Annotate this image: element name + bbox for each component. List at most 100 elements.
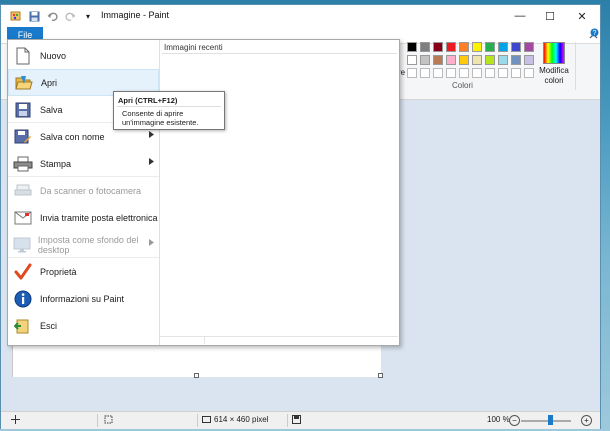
empty-color-swatch[interactable] bbox=[459, 68, 469, 78]
zoom-slider-thumb[interactable] bbox=[548, 415, 553, 425]
zoom-in-button[interactable]: + bbox=[581, 415, 592, 426]
desktop-background-icon bbox=[12, 234, 32, 256]
color-swatch[interactable] bbox=[485, 42, 495, 52]
help-icon[interactable]: ? bbox=[590, 28, 599, 39]
exit-icon bbox=[12, 315, 34, 337]
tooltip-title: Apri (CTRL+F12) bbox=[118, 96, 178, 105]
zoom-level: 100 % bbox=[487, 415, 510, 424]
color-swatch[interactable] bbox=[459, 42, 469, 52]
empty-color-swatch[interactable] bbox=[420, 68, 430, 78]
color-swatch[interactable] bbox=[407, 42, 417, 52]
color-swatch[interactable] bbox=[511, 42, 521, 52]
recent-divider bbox=[162, 53, 397, 54]
status-bar: 614 × 460 pixel 100 % − + bbox=[1, 411, 600, 429]
file-menu-item[interactable]: Esci bbox=[8, 312, 159, 339]
color-spectrum-icon bbox=[543, 42, 565, 64]
color-swatch[interactable] bbox=[498, 55, 508, 65]
status-separator bbox=[287, 414, 288, 427]
empty-color-swatch[interactable] bbox=[407, 68, 417, 78]
close-button[interactable]: ✕ bbox=[567, 5, 597, 27]
redo-icon[interactable] bbox=[63, 9, 77, 23]
color-swatch[interactable] bbox=[524, 55, 534, 65]
file-menu-item-label: Proprietà bbox=[40, 266, 77, 277]
image-size-icon bbox=[202, 415, 211, 424]
scanner-icon bbox=[12, 180, 34, 202]
edit-colors-button[interactable]: Modifica colori bbox=[539, 42, 569, 86]
canvas-resize-handle-corner[interactable] bbox=[378, 373, 383, 378]
open-folder-icon bbox=[13, 72, 35, 94]
file-menu-item-label: Nuovo bbox=[40, 50, 67, 61]
file-menu-commands: Nuovo Apri Salva Salva con nome Stampa Da sca… bbox=[8, 40, 160, 345]
recent-images-title: Immagini recenti bbox=[164, 43, 223, 52]
color-swatch[interactable] bbox=[498, 42, 508, 52]
submenu-arrow-icon bbox=[149, 131, 154, 140]
paint-app-icon bbox=[9, 9, 23, 23]
undo-icon[interactable] bbox=[45, 9, 59, 23]
color-swatch[interactable] bbox=[472, 42, 482, 52]
selection-size-icon bbox=[104, 415, 113, 424]
file-menu-item-label: Imposta come sfondo del desktop bbox=[37, 234, 139, 255]
file-menu-item-label: Salva bbox=[40, 104, 63, 115]
file-menu-item-label: Informazioni su Paint bbox=[40, 293, 125, 304]
color-swatch[interactable] bbox=[459, 55, 469, 65]
color-swatch[interactable] bbox=[420, 55, 430, 65]
file-menu-item[interactable]: Nuovo bbox=[8, 42, 159, 69]
color-swatch[interactable] bbox=[420, 42, 430, 52]
empty-color-swatch[interactable] bbox=[498, 68, 508, 78]
save-icon[interactable] bbox=[27, 9, 41, 23]
new-document-icon bbox=[12, 45, 34, 67]
svg-text:?: ? bbox=[593, 30, 597, 37]
cursor-position-icon bbox=[11, 415, 20, 424]
tooltip-divider bbox=[117, 106, 221, 107]
file-menu-item[interactable]: Informazioni su Paint bbox=[8, 285, 159, 312]
zoom-slider-track[interactable] bbox=[521, 420, 571, 422]
file-menu: Nuovo Apri Salva Salva con nome Stampa Da sca… bbox=[7, 39, 400, 346]
maximize-button[interactable]: ☐ bbox=[535, 5, 565, 27]
save-as-icon bbox=[12, 126, 34, 148]
file-menu-item[interactable]: Da scanner o fotocamera bbox=[8, 177, 159, 204]
email-icon bbox=[12, 207, 34, 229]
empty-color-swatch[interactable] bbox=[446, 68, 456, 78]
file-size-icon bbox=[292, 415, 301, 424]
zoom-out-button[interactable]: − bbox=[509, 415, 520, 426]
color-swatch[interactable] bbox=[524, 42, 534, 52]
colors-group-label: Colori bbox=[452, 81, 473, 90]
color-swatch[interactable] bbox=[511, 55, 521, 65]
file-menu-item[interactable]: Imposta come sfondo del desktop bbox=[8, 231, 159, 258]
properties-checkmark-icon bbox=[12, 261, 34, 283]
file-menu-item-label: Invia tramite posta elettronica bbox=[40, 212, 158, 223]
status-separator bbox=[97, 414, 98, 427]
file-menu-item-label: Esci bbox=[40, 320, 58, 331]
file-menu-item[interactable]: Proprietà bbox=[8, 258, 159, 285]
file-menu-item-label: Salva con nome bbox=[40, 131, 105, 142]
color-swatch[interactable] bbox=[433, 55, 443, 65]
image-size-text: 614 × 460 pixel bbox=[214, 415, 269, 424]
empty-color-swatch[interactable] bbox=[433, 68, 443, 78]
canvas-resize-handle-bottom[interactable] bbox=[194, 373, 199, 378]
tooltip-body: Consente di aprire un'immagine esistente… bbox=[122, 109, 199, 127]
file-menu-item[interactable]: Invia tramite posta elettronica bbox=[8, 204, 159, 231]
color-swatch[interactable] bbox=[446, 55, 456, 65]
edit-colors-label: Modifica colori bbox=[539, 66, 569, 85]
file-menu-item-label: Stampa bbox=[40, 158, 72, 169]
file-menu-item[interactable]: Stampa bbox=[8, 150, 159, 177]
drawing-canvas[interactable] bbox=[12, 341, 381, 377]
window-title: Immagine - Paint bbox=[101, 10, 170, 20]
color-swatch[interactable] bbox=[433, 42, 443, 52]
menu-bottom-divider bbox=[204, 336, 205, 344]
color-swatch[interactable] bbox=[407, 55, 417, 65]
color-swatch[interactable] bbox=[472, 55, 482, 65]
empty-color-swatch[interactable] bbox=[472, 68, 482, 78]
empty-color-swatch[interactable] bbox=[485, 68, 495, 78]
status-separator bbox=[197, 414, 198, 427]
color-swatch[interactable] bbox=[446, 42, 456, 52]
title-bar: ▾ Immagine - Paint — ☐ ✕ bbox=[1, 5, 600, 27]
quick-access-toolbar: ▾ bbox=[9, 9, 99, 23]
empty-color-swatch[interactable] bbox=[511, 68, 521, 78]
minimize-button[interactable]: — bbox=[505, 5, 535, 27]
print-icon bbox=[12, 153, 34, 175]
empty-color-swatch[interactable] bbox=[524, 68, 534, 78]
customize-quick-access-icon[interactable]: ▾ bbox=[81, 9, 95, 23]
menu-bottom-divider bbox=[160, 336, 398, 337]
color-swatch[interactable] bbox=[485, 55, 495, 65]
